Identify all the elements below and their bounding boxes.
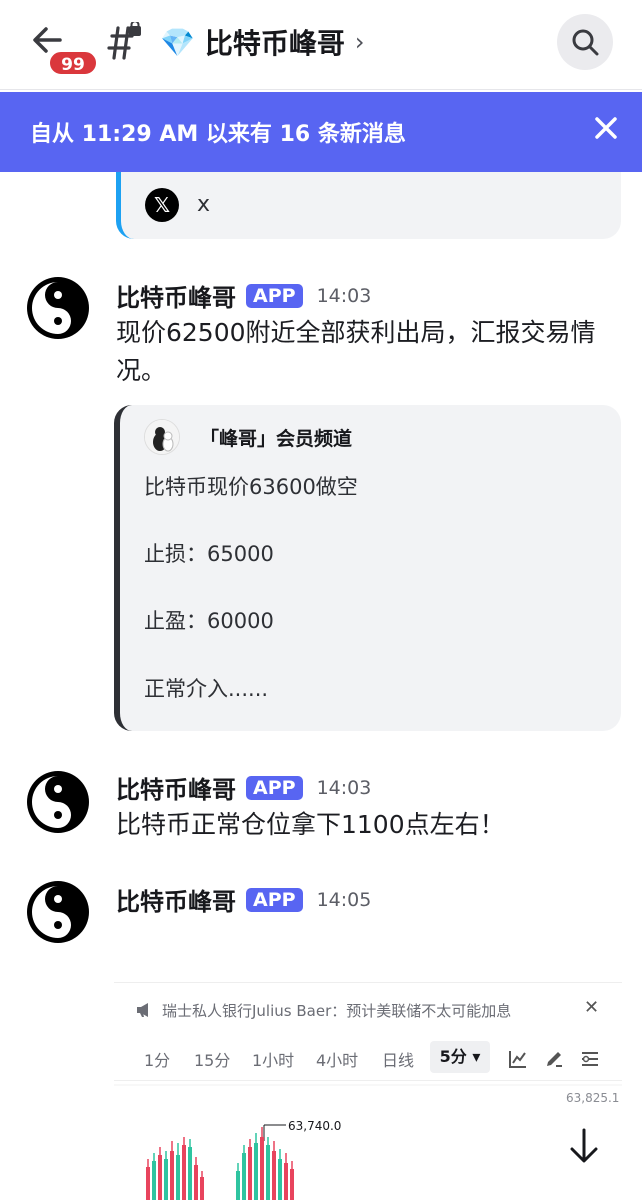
embed-line: 正常介入......: [144, 677, 269, 701]
message-author[interactable]: 比特币峰哥: [116, 882, 236, 917]
unread-badge: 99: [48, 50, 98, 76]
timeframe-15m: 15分: [194, 1051, 231, 1070]
news-ticker: 瑞士私人银行Julius Baer：预计美联储不太可能加息: [136, 995, 616, 1025]
timeframe-4h: 4小时: [316, 1051, 359, 1070]
app-tag: APP: [246, 775, 303, 800]
forwarded-embed[interactable]: 「峰哥」会员频道 比特币现价63600做空 止损：65000 止盈：60000 …: [114, 405, 621, 731]
yin-yang-icon: [27, 771, 89, 833]
avatar[interactable]: [26, 276, 90, 340]
search-icon: [572, 29, 599, 56]
channel-name: 比特币峰哥: [204, 27, 345, 60]
news-ticker-text: 瑞士私人银行Julius Baer：预计美联储不太可能加息: [162, 1001, 512, 1020]
candles-group: [146, 1127, 294, 1200]
yin-yang-icon: [27, 881, 89, 943]
ticker-close-icon: ✕: [584, 997, 600, 1018]
megaphone-icon: [137, 1003, 148, 1017]
cat-avatar-icon: [145, 420, 179, 454]
channel-header: 99 💎 比特币峰哥 ›: [0, 0, 642, 90]
timeframe-5m-selected: 5分 ▾: [430, 1041, 490, 1073]
settings-list-icon: [582, 1052, 598, 1066]
channel-title[interactable]: 💎 比特币峰哥 ›: [160, 22, 365, 62]
draw-pencil-icon: [547, 1052, 562, 1067]
message-author[interactable]: 比特币峰哥: [116, 770, 236, 805]
indicator-icon: [509, 1051, 526, 1068]
x-logo-icon: 𝕏: [145, 188, 179, 222]
embed-line: 止损：65000: [144, 542, 274, 566]
message-header: 比特币峰哥 APP 14:05: [116, 882, 371, 917]
search-button[interactable]: [557, 14, 613, 70]
embed-line: 止盈：60000: [144, 609, 274, 633]
timeframe-1m: 1分: [144, 1051, 171, 1070]
avatar[interactable]: [26, 770, 90, 834]
message-header: 比特币峰哥 APP 14:03: [116, 278, 371, 313]
message-text: 现价62500附近全部获利出局，汇报交易情况。: [116, 318, 596, 385]
channel-hash-lock-icon: [104, 20, 144, 62]
app-tag: APP: [246, 283, 303, 308]
app-tag: APP: [246, 887, 303, 912]
yin-yang-icon: [27, 277, 89, 339]
avatar[interactable]: [26, 880, 90, 944]
timeframe-1h: 1小时: [252, 1051, 295, 1070]
message-text: 比特币正常仓位拿下1100点左右！: [116, 810, 505, 839]
chart-screenshot[interactable]: 瑞士私人银行Julius Baer：预计美联储不太可能加息 ✕ 1分 15分 1…: [114, 982, 622, 1200]
banner-close-button[interactable]: [590, 112, 622, 144]
embed-line: 比特币现价63600做空: [144, 475, 358, 499]
message-time: 14:05: [316, 888, 372, 911]
timeframe-bar: 1分 15分 1小时 4小时 日线 5分 ▾: [114, 1039, 622, 1079]
jump-to-present-button[interactable]: [558, 1120, 610, 1172]
new-messages-banner[interactable]: 自从 11:29 AM 以来有 16 条新消息: [0, 92, 642, 172]
new-messages-text: 自从 11:29 AM 以来有 16 条新消息: [30, 122, 406, 147]
close-icon: [595, 117, 617, 139]
candlestick-chart: [114, 1084, 622, 1200]
timeframe-1d: 日线: [382, 1051, 415, 1070]
message-time: 14:03: [316, 284, 372, 307]
message-time: 14:03: [316, 776, 372, 799]
embed-author: 「峰哥」会员频道: [200, 428, 353, 450]
embed-avatar: [144, 419, 180, 455]
chevron-right-icon: ›: [354, 28, 365, 56]
link-embed[interactable]: 𝕏 x: [116, 172, 621, 239]
embed-provider: x: [197, 192, 211, 217]
arrow-down-icon: [570, 1128, 598, 1163]
message-author[interactable]: 比特币峰哥: [116, 278, 236, 313]
diamond-icon: 💎: [160, 25, 195, 59]
message-header: 比特币峰哥 APP 14:03: [116, 770, 371, 805]
